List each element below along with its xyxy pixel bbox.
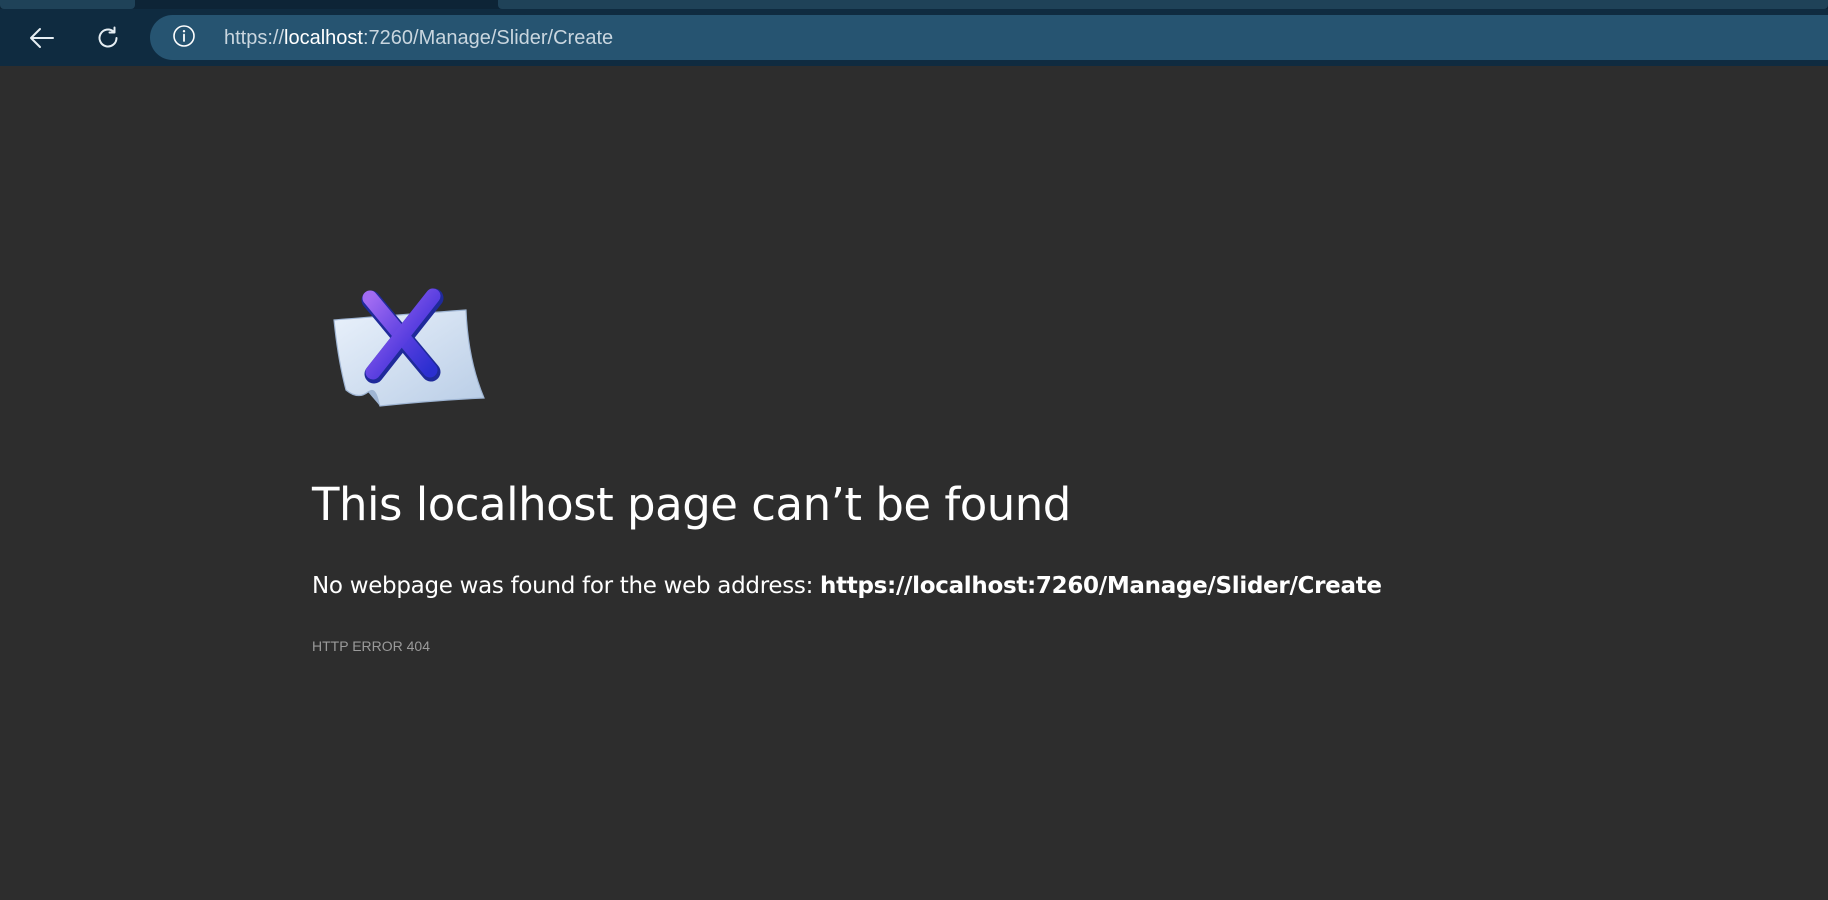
tab-strip-segment bbox=[0, 0, 135, 9]
url-text[interactable]: https://localhost:7260/Manage/Slider/Cre… bbox=[224, 26, 613, 50]
refresh-button[interactable] bbox=[88, 18, 128, 58]
error-description-address: https://localhost:7260/Manage/Slider/Cre… bbox=[820, 573, 1382, 599]
url-scheme: https:// bbox=[224, 27, 285, 49]
address-bar[interactable]: https://localhost:7260/Manage/Slider/Cre… bbox=[150, 15, 1828, 60]
toolbar: https://localhost:7260/Manage/Slider/Cre… bbox=[0, 9, 1828, 66]
refresh-icon bbox=[95, 25, 121, 51]
back-button[interactable] bbox=[22, 18, 62, 58]
error-description: No webpage was found for the web address… bbox=[312, 570, 1382, 602]
error-title: This localhost page can’t be found bbox=[312, 478, 1071, 531]
back-arrow-icon bbox=[29, 27, 55, 49]
url-host: localhost bbox=[284, 27, 363, 49]
tab-strip-segment bbox=[498, 0, 1828, 9]
browser-chrome: https://localhost:7260/Manage/Slider/Cre… bbox=[0, 0, 1828, 66]
tab-strip bbox=[0, 0, 1828, 9]
error-document-icon bbox=[328, 280, 490, 410]
error-page: This localhost page can’t be found No we… bbox=[0, 66, 1828, 900]
info-icon bbox=[172, 24, 196, 52]
url-path: :7260/Manage/Slider/Create bbox=[362, 27, 614, 49]
error-description-prefix: No webpage was found for the web address… bbox=[312, 573, 821, 599]
error-code: HTTP ERROR 404 bbox=[312, 638, 430, 654]
site-info-button[interactable] bbox=[172, 24, 196, 52]
